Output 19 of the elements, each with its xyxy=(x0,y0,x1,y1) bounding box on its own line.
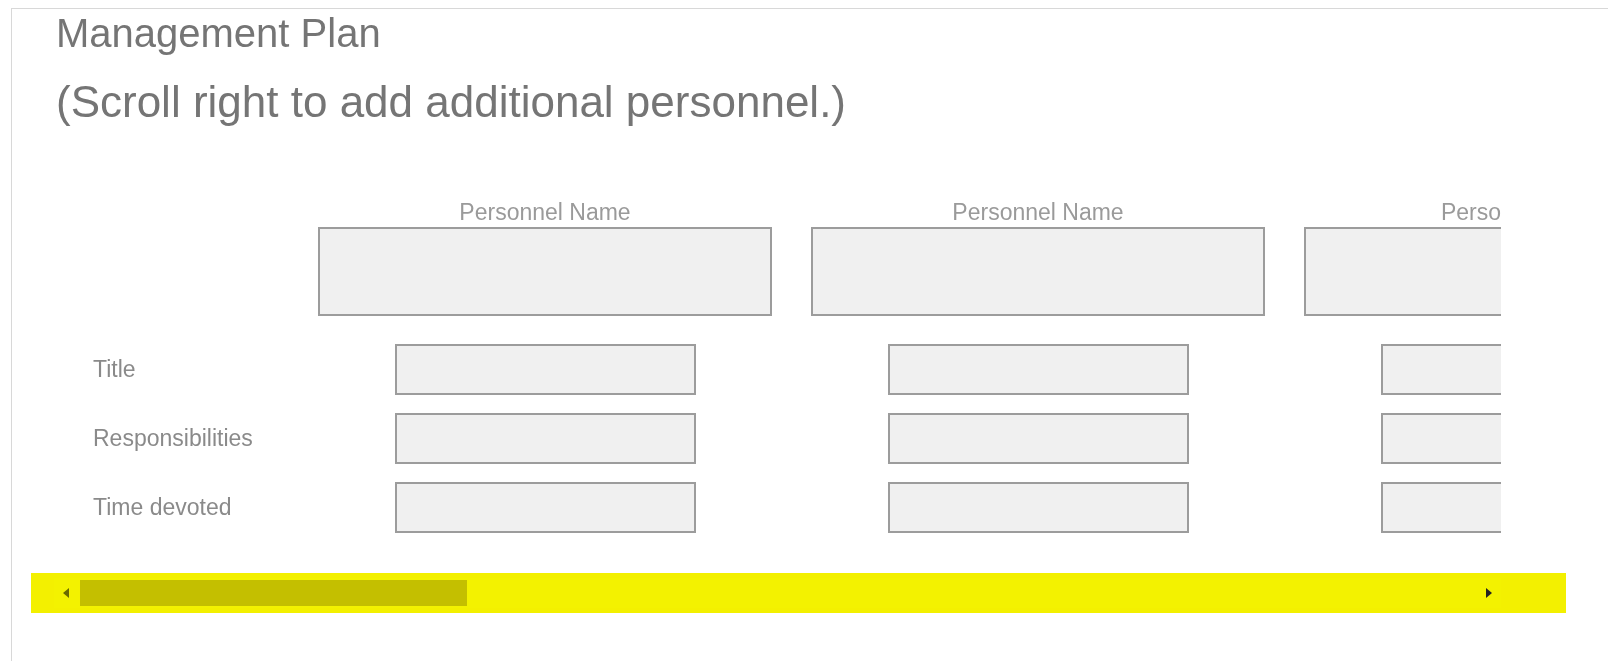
instruction-text: (Scroll right to add additional personnel.) xyxy=(56,77,847,127)
input-field[interactable] xyxy=(887,344,1189,395)
name-field[interactable] xyxy=(811,227,1265,316)
row-label: Title xyxy=(93,356,136,383)
row-label: Responsibilities xyxy=(93,425,253,452)
input-field[interactable] xyxy=(394,344,696,395)
column-header: Personnel Name xyxy=(459,199,631,225)
input-field[interactable] xyxy=(887,413,1189,464)
input-field[interactable] xyxy=(887,482,1189,533)
scroll-left-icon[interactable] xyxy=(62,588,70,598)
page-title: Management Plan xyxy=(56,11,382,55)
column-header: Perso xyxy=(1440,199,1501,225)
column-header: Personnel Name xyxy=(952,199,1124,225)
scrollbar-thumb[interactable] xyxy=(80,580,467,606)
scroll-right-icon[interactable] xyxy=(1485,588,1493,598)
input-field[interactable] xyxy=(394,413,696,464)
input-field[interactable] xyxy=(394,482,696,533)
name-field[interactable] xyxy=(318,227,772,316)
row-label: Time devoted xyxy=(93,494,232,521)
